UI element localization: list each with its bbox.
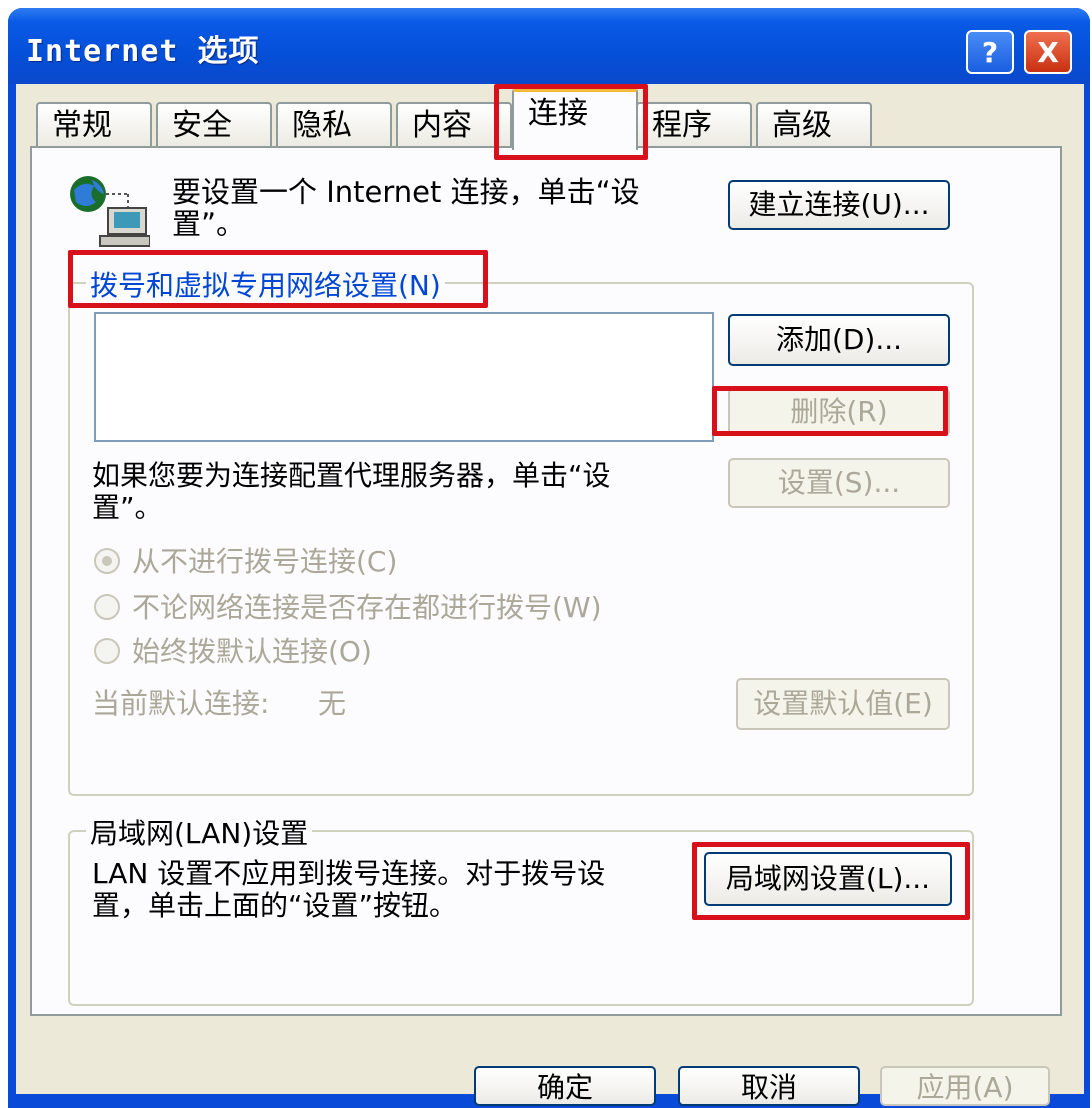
ok-button[interactable]: 确定 [474,1066,656,1106]
radio-always-dial-default-label: 始终拨默认连接(O) [132,635,372,668]
current-default-value: 无 [318,687,347,720]
help-button[interactable]: ? [966,30,1014,74]
proxy-text-line1: 如果您要为连接配置代理服务器，单击“设 [92,459,611,492]
set-default-button[interactable]: 设置默认值(E) [736,678,950,730]
lan-group-title: 局域网(LAN)设置 [86,812,313,852]
radio-never-dial[interactable] [94,548,120,574]
radio-always-dial-default[interactable] [94,638,120,664]
setup-connection-button[interactable]: 建立连接(U)... [728,180,950,230]
close-button[interactable]: X [1024,30,1072,74]
cancel-button[interactable]: 取消 [678,1066,860,1106]
highlight-box-lan-button [692,842,970,920]
tab-general[interactable]: 常规 [36,102,152,146]
network-connection-icon [66,172,151,248]
highlight-box-remove [712,386,948,436]
highlight-box-dialup-title [68,250,488,308]
lan-text-line2: 置，单击上面的“设置”按钮。 [92,889,458,922]
current-default-label: 当前默认连接: [92,687,270,720]
proxy-text-line2: 置”。 [92,491,163,524]
radio-never-dial-label: 从不进行拨号连接(C) [132,545,398,578]
add-button[interactable]: 添加(D)... [728,314,950,366]
setup-text-line2: 置”。 [172,207,246,241]
highlight-box-tab [494,84,648,160]
connections-listbox[interactable] [94,312,714,442]
setup-text-line1: 要设置一个 Internet 连接，单击“设 [172,175,640,209]
apply-button[interactable]: 应用(A) [880,1066,1050,1106]
tab-advanced[interactable]: 高级 [756,102,872,146]
radio-dial-whenever-label: 不论网络连接是否存在都进行拨号(W) [132,591,602,624]
tab-programs[interactable]: 程序 [636,102,752,146]
lan-text-line1: LAN 设置不应用到拨号连接。对于拨号设 [92,857,606,890]
window-title: Internet 选项 [26,34,260,69]
settings-button[interactable]: 设置(S)... [728,458,950,508]
radio-dial-whenever[interactable] [94,594,120,620]
tab-security[interactable]: 安全 [156,102,272,146]
tab-privacy[interactable]: 隐私 [276,102,392,146]
